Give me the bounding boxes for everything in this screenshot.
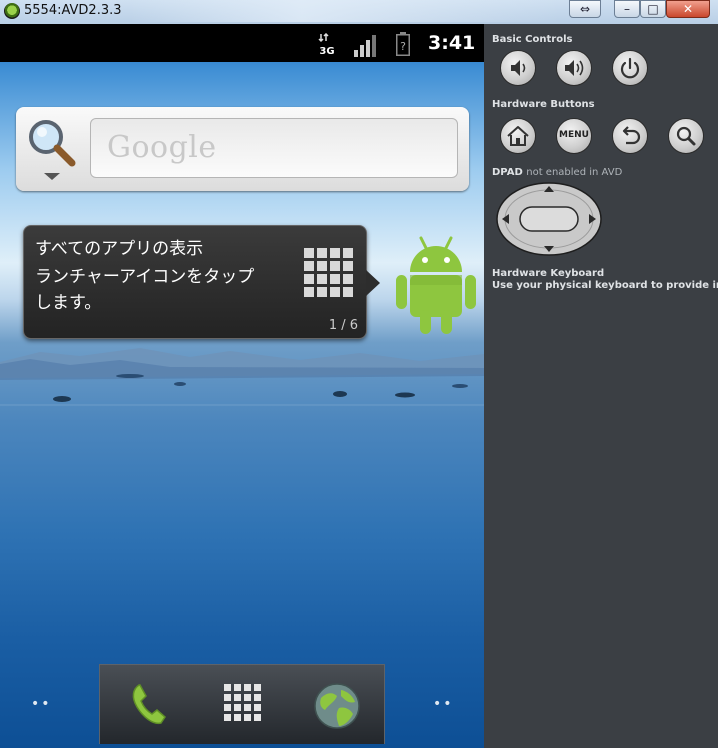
tutorial-text-line: します。 (35, 293, 102, 313)
dpad-label: DPAD not enabled in AVD (492, 167, 622, 178)
network-type-label: 3G (319, 46, 334, 55)
google-search-widget[interactable]: Google (16, 107, 469, 191)
minimize-button[interactable]: – (614, 0, 640, 18)
power-button[interactable] (612, 50, 648, 86)
android-mascot-icon[interactable] (393, 236, 479, 336)
volume-up-button[interactable] (556, 50, 592, 86)
resize-icon: ⇔ (579, 2, 591, 16)
battery-unknown-icon: ? (396, 32, 410, 56)
back-button[interactable] (612, 118, 648, 154)
home-dock (99, 664, 385, 744)
home-icon (507, 126, 529, 146)
tutorial-text-line: ランチャーアイコンをタップ (35, 267, 255, 287)
dpad-control[interactable] (496, 182, 602, 256)
hardware-keyboard-note: Use your physical keyboard to provide in… (492, 280, 718, 291)
maximize-icon: □ (647, 2, 659, 16)
emulator-app-icon (4, 3, 20, 19)
search-magnifier-icon[interactable] (26, 117, 78, 169)
device-screen[interactable]: 3G ? 3:41 Google すべてのアプリの表示 ランチャーアイコンをタッ… (0, 24, 484, 748)
volume-up-icon (565, 60, 584, 76)
page-dots-right[interactable]: •• (433, 696, 454, 712)
status-bar: 3G ? 3:41 (0, 24, 484, 62)
emulator-controls-panel: Basic Controls Hardware Buttons MENU DPA… (484, 24, 718, 748)
search-icon (676, 126, 696, 146)
window-titlebar[interactable]: 5554:AVD2.3.3 ⇔ – □ ✕ (0, 0, 718, 25)
app-drawer-icon[interactable] (224, 684, 262, 722)
dpad-note: not enabled in AVD (526, 167, 623, 178)
basic-controls-label: Basic Controls (492, 34, 573, 45)
tutorial-page-indicator: 1 / 6 (328, 318, 358, 333)
close-button[interactable]: ✕ (666, 0, 710, 18)
bubble-pointer (366, 270, 380, 296)
volume-down-icon (511, 60, 526, 76)
window-title: 5554:AVD2.3.3 (24, 3, 122, 18)
resize-button[interactable]: ⇔ (569, 0, 601, 18)
hardware-keyboard-label: Hardware Keyboard (492, 268, 605, 279)
maximize-button[interactable]: □ (640, 0, 666, 18)
status-clock: 3:41 (428, 32, 476, 54)
search-source-dropdown-arrow[interactable] (44, 173, 60, 180)
dpad-label-text: DPAD (492, 167, 523, 178)
titlebar-drag-area[interactable] (130, 0, 560, 22)
launcher-grid-icon (304, 248, 353, 297)
page-dots-left[interactable]: •• (31, 696, 52, 712)
signal-bars-icon (354, 35, 376, 57)
minimize-icon: – (624, 2, 630, 16)
google-logo-text: Google (107, 130, 217, 165)
google-search-input[interactable]: Google (90, 118, 458, 178)
svg-text:?: ? (400, 40, 406, 53)
phone-icon[interactable] (125, 679, 175, 729)
browser-globe-icon[interactable] (313, 682, 361, 730)
menu-button-label: MENU (559, 130, 589, 140)
hardware-keyboard-section: Hardware Keyboard Use your physical keyb… (492, 268, 718, 292)
tutorial-title: すべてのアプリの表示 (35, 239, 204, 259)
hardware-buttons-label: Hardware Buttons (492, 99, 595, 110)
menu-button[interactable]: MENU (556, 118, 592, 154)
volume-down-button[interactable] (500, 50, 536, 86)
tutorial-bubble[interactable]: すべてのアプリの表示 ランチャーアイコンをタップ します。 1 / 6 (23, 225, 380, 339)
search-button[interactable] (668, 118, 704, 154)
home-button[interactable] (500, 118, 536, 154)
power-icon (620, 57, 640, 79)
signal-3g-icon: 3G (318, 33, 335, 55)
back-icon (622, 126, 641, 145)
close-icon: ✕ (682, 2, 694, 16)
